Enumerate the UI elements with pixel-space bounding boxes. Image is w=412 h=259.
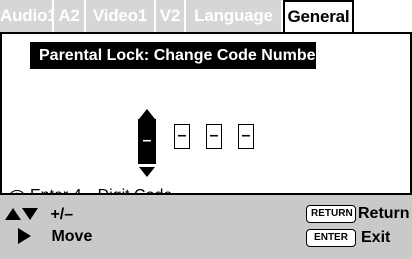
increase-arrow-icon[interactable]	[139, 109, 155, 119]
settings-panel: Parental Lock: Change Code Number – – – …	[0, 32, 412, 208]
return-key-icon[interactable]: RETURN	[306, 205, 356, 223]
right-arrow-icon	[18, 228, 31, 244]
return-label: Return	[358, 205, 410, 222]
code-digit-1[interactable]: –	[138, 119, 156, 164]
enter-key-icon[interactable]: ENTER	[306, 229, 356, 247]
panel-title: Parental Lock: Change Code Number	[30, 42, 322, 69]
move-label: Move	[51, 228, 93, 245]
menu-tabs: Audio1 A2 Video1 V2 Language General	[0, 0, 412, 32]
tab-language[interactable]: Language	[186, 0, 283, 32]
adjust-hint: +/–	[5, 204, 73, 226]
tab-video1[interactable]: Video1	[86, 0, 156, 32]
code-digit-2[interactable]: –	[174, 124, 190, 149]
tab-a2[interactable]: A2	[54, 0, 86, 32]
decrease-arrow-icon[interactable]	[139, 167, 155, 177]
down-arrow-icon	[22, 208, 38, 220]
tab-audio1[interactable]: Audio1	[0, 0, 57, 32]
exit-label: Exit	[361, 229, 391, 246]
up-arrow-icon	[5, 208, 21, 220]
move-hint: Move	[18, 226, 92, 248]
code-digit-4[interactable]: –	[238, 124, 254, 149]
tab-v2[interactable]: V2	[156, 0, 186, 32]
key-guide: +/– Move RETURN Return ENTER Exit	[0, 195, 412, 259]
tab-general[interactable]: General	[283, 0, 354, 32]
adjust-label: +/–	[50, 206, 74, 223]
code-digit-3[interactable]: –	[206, 124, 222, 149]
